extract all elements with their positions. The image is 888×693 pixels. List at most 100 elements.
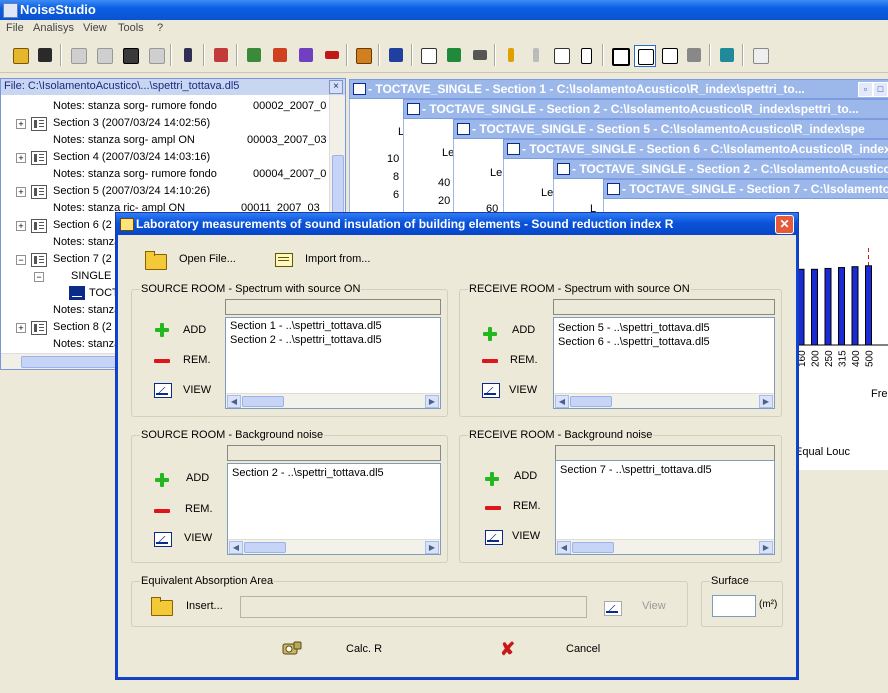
list-item[interactable]: Section 6 - ..\spettri_tottava.dl5 xyxy=(558,336,710,348)
list-hscroll[interactable]: ◀ ▶ xyxy=(228,539,440,554)
window-icon[interactable] xyxy=(609,45,630,66)
list-item[interactable]: Section 7 - ..\spettri_tottava.dl5 xyxy=(560,464,712,476)
child-window-title[interactable]: - TOCTAVE_SINGLE - Section 2 - C:\Isolam… xyxy=(553,159,888,179)
tree-row[interactable]: Notes: stanza sorg- ampl ON xyxy=(53,134,195,146)
remove-marker-icon[interactable] xyxy=(526,45,546,65)
list-item[interactable]: Section 1 - ..\spettri_tottava.dl5 xyxy=(230,320,382,332)
tree-row[interactable]: Notes: stanza sorg- rumore fondo xyxy=(53,168,217,180)
print-icon[interactable] xyxy=(470,45,490,65)
excel-icon[interactable] xyxy=(444,45,464,65)
child-window-title[interactable]: - TOCTAVE_SINGLE - Section 1 - C:\Isolam… xyxy=(349,79,888,99)
expand-icon[interactable]: + xyxy=(16,119,26,129)
menu-tools[interactable]: Tools xyxy=(118,22,144,34)
tree-row[interactable]: Section 5 (2007/03/24 14:10:26) xyxy=(53,185,210,197)
octave-icon[interactable] xyxy=(270,45,290,65)
child-window-title[interactable]: - TOCTAVE_SINGLE - Section 7 - C:\Isolam… xyxy=(603,179,888,199)
tree-row[interactable]: SINGLE xyxy=(71,270,111,282)
receive-on-list[interactable]: Section 5 - ..\spettri_tottava.dl5 Secti… xyxy=(553,317,775,409)
graph-icon[interactable] xyxy=(750,45,770,65)
list-item[interactable]: Section 5 - ..\spettri_tottava.dl5 xyxy=(558,322,710,334)
analyzer-icon[interactable] xyxy=(211,45,231,65)
view-button[interactable]: VIEW xyxy=(183,384,211,396)
receive-bg-list[interactable]: Section 7 - ..\spettri_tottava.dl5 ◀ ▶ xyxy=(555,460,775,555)
remove-icon[interactable] xyxy=(482,359,498,363)
map-icon[interactable] xyxy=(717,45,737,65)
calculator-icon[interactable] xyxy=(282,641,302,657)
building-icon[interactable] xyxy=(353,45,373,65)
table-window-icon[interactable] xyxy=(659,45,679,65)
cancel-icon[interactable]: ✘ xyxy=(500,640,516,658)
expand-icon[interactable]: + xyxy=(16,221,26,231)
view-icon[interactable] xyxy=(154,383,172,398)
remove-icon[interactable] xyxy=(485,506,501,510)
tree-row[interactable]: Notes: stanza xyxy=(53,304,120,316)
spectrum-icon[interactable] xyxy=(296,45,316,65)
tree-row[interactable]: Section 7 (2 xyxy=(53,253,112,265)
remove-button[interactable]: REM. xyxy=(510,354,538,366)
paste-window-icon[interactable] xyxy=(94,45,114,65)
grid-window-icon[interactable] xyxy=(634,45,656,67)
source-bg-list[interactable]: Section 2 - ..\spettri_tottava.dl5 ◀ ▶ xyxy=(227,463,441,555)
levels-icon[interactable] xyxy=(322,45,342,65)
filter-icon[interactable] xyxy=(244,45,264,65)
open-file-button[interactable]: Open File... xyxy=(179,253,236,265)
tree-row[interactable]: Notes: stanza xyxy=(53,236,120,248)
list-hscroll[interactable]: ◀ ▶ xyxy=(226,393,440,408)
child-window-title[interactable]: - TOCTAVE_SINGLE - Section 2 - C:\Isolam… xyxy=(403,99,888,119)
folder-icon[interactable] xyxy=(151,597,173,616)
menu-analisys[interactable]: Analisys xyxy=(33,22,74,34)
add-icon[interactable] xyxy=(155,473,169,487)
close-window-icon[interactable] xyxy=(146,45,166,65)
device-icon[interactable] xyxy=(178,45,198,65)
tree-row[interactable]: Section 3 (2007/03/24 14:02:56) xyxy=(53,117,210,129)
view-button[interactable]: VIEW xyxy=(184,532,212,544)
remove-icon[interactable] xyxy=(154,509,170,513)
expand-icon[interactable]: + xyxy=(16,323,26,333)
close-icon[interactable]: × xyxy=(329,80,343,94)
expand-icon[interactable]: + xyxy=(16,187,26,197)
child-window-title[interactable]: - TOCTAVE_SINGLE - Section 5 - C:\Isolam… xyxy=(453,119,888,139)
view-icon[interactable] xyxy=(154,532,172,547)
edit-icon[interactable] xyxy=(551,45,571,65)
remove-button[interactable]: REM. xyxy=(183,354,211,366)
add-button[interactable]: ADD xyxy=(186,472,209,484)
open-folder-icon[interactable] xyxy=(10,45,30,65)
surface-input[interactable] xyxy=(712,595,756,617)
cursor-icon[interactable] xyxy=(576,45,596,65)
remove-button[interactable]: REM. xyxy=(185,503,213,515)
folder-icon[interactable] xyxy=(145,251,167,270)
add-button[interactable]: ADD xyxy=(183,324,206,336)
expand-icon[interactable]: + xyxy=(16,153,26,163)
tree-row[interactable]: Notes: stanza sorg- rumore fondo xyxy=(53,100,217,112)
list-item[interactable]: Section 2 - ..\spettri_tottava.dl5 xyxy=(232,467,384,479)
tree-row[interactable]: TOCT xyxy=(89,287,119,299)
gray-window-icon[interactable] xyxy=(684,45,704,65)
view-icon[interactable] xyxy=(485,530,503,545)
tree-row[interactable]: Notes: stanza xyxy=(53,338,120,350)
tool-icon[interactable] xyxy=(386,45,406,65)
add-marker-icon[interactable] xyxy=(501,45,521,65)
add-button[interactable]: ADD xyxy=(514,470,537,482)
add-icon[interactable] xyxy=(485,472,499,486)
menu-help[interactable]: ? xyxy=(157,22,163,34)
maximize-icon[interactable]: □ xyxy=(873,82,888,97)
insert-button[interactable]: Insert... xyxy=(186,600,223,612)
collapse-icon[interactable]: − xyxy=(34,272,44,282)
tree-row[interactable]: Section 6 (2 xyxy=(53,219,112,231)
calc-r-button[interactable]: Calc. R xyxy=(346,643,382,655)
source-on-list[interactable]: Section 1 - ..\spettri_tottava.dl5 Secti… xyxy=(225,317,441,409)
copy-window-icon[interactable] xyxy=(68,45,88,65)
import-from-button[interactable]: Import from... xyxy=(305,253,370,265)
cancel-button[interactable]: Cancel xyxy=(566,643,600,655)
list-item[interactable]: Section 2 - ..\spettri_tottava.dl5 xyxy=(230,334,382,346)
tree-row[interactable]: Section 8 (2 xyxy=(53,321,112,333)
add-icon[interactable] xyxy=(483,327,497,341)
collapse-icon[interactable]: − xyxy=(16,255,26,265)
save-icon[interactable] xyxy=(35,45,55,65)
tree-row[interactable]: Section 4 (2007/03/24 14:03:16) xyxy=(53,151,210,163)
add-icon[interactable] xyxy=(155,323,169,337)
remove-icon[interactable] xyxy=(154,359,170,363)
view-button[interactable]: VIEW xyxy=(512,530,540,542)
child-window-title[interactable]: - TOCTAVE_SINGLE - Section 6 - C:\Isolam… xyxy=(503,139,888,159)
new-window-icon[interactable] xyxy=(120,45,140,65)
